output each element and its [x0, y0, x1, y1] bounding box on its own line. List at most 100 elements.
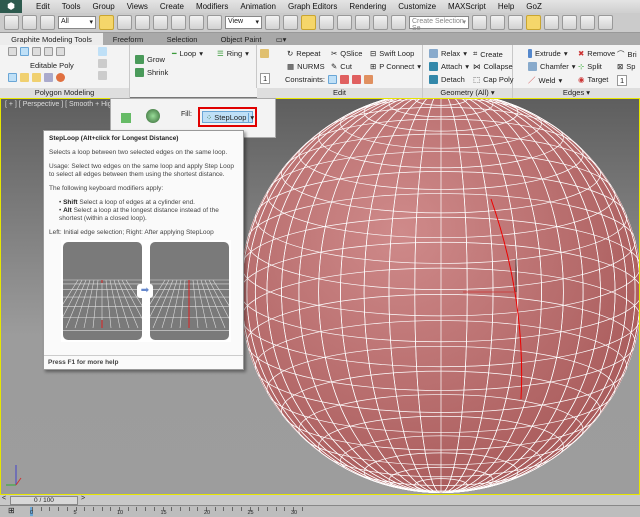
- steploop-button[interactable]: ⁘ StepLoop ▾: [202, 111, 255, 123]
- pivot-center-icon[interactable]: [265, 15, 280, 30]
- menu-graph-editors[interactable]: Graph Editors: [282, 2, 343, 11]
- panel-label-edges[interactable]: Edges ▾: [513, 88, 640, 98]
- rect-selection-icon[interactable]: [135, 15, 150, 30]
- select-by-name-icon[interactable]: [117, 15, 132, 30]
- layer-manager-icon[interactable]: [508, 15, 523, 30]
- spin-button[interactable]: ⊠ Sp: [617, 62, 635, 71]
- panel-label-geometry[interactable]: Geometry (All) ▾: [423, 88, 512, 98]
- snaps-toggle-icon[interactable]: [319, 15, 334, 30]
- time-slider[interactable]: 0 / 100: [10, 496, 78, 505]
- vertex-icon[interactable]: [8, 47, 17, 56]
- toggle-icon[interactable]: [98, 59, 107, 68]
- material-editor-icon[interactable]: [580, 15, 595, 30]
- relax-button[interactable]: Relax ▾: [429, 49, 467, 58]
- edit-spinner[interactable]: 1: [260, 73, 271, 84]
- p-connect-button[interactable]: ⊞ P Connect ▾: [370, 62, 421, 71]
- grow-button[interactable]: Grow: [135, 55, 165, 64]
- target-button[interactable]: ◉ Target: [578, 75, 608, 84]
- collapse-button[interactable]: ⋈ Collapse: [473, 62, 513, 71]
- menu-tools[interactable]: Tools: [56, 2, 87, 11]
- app-logo-icon[interactable]: ⬢: [0, 0, 22, 13]
- pin-stack-icon[interactable]: [98, 47, 107, 56]
- tab-graphite-modeling-tools[interactable]: Graphite Modeling Tools: [0, 33, 103, 45]
- weld-button[interactable]: ／ Weld ▾: [528, 75, 562, 86]
- show-end-result-icon[interactable]: [44, 73, 53, 82]
- render-setup-icon[interactable]: [598, 15, 613, 30]
- element-icon[interactable]: [56, 47, 65, 56]
- menu-group[interactable]: Group: [86, 2, 120, 11]
- constraint-normal-icon[interactable]: [364, 75, 374, 84]
- angle-snap-icon[interactable]: [337, 15, 352, 30]
- window-crossing-icon[interactable]: [153, 15, 168, 30]
- previous-modifier-icon[interactable]: [20, 73, 29, 82]
- loop-button[interactable]: ━ Loop ▾: [172, 49, 203, 58]
- border-icon[interactable]: [32, 47, 41, 56]
- next-modifier-icon[interactable]: [32, 73, 41, 82]
- align-icon[interactable]: [490, 15, 505, 30]
- panel-label-polygon-modeling[interactable]: Polygon Modeling: [0, 88, 129, 98]
- ring-button[interactable]: ☰ Ring ▾: [217, 49, 249, 58]
- prev-frame-icon[interactable]: <: [2, 495, 6, 502]
- select-by-icon[interactable]: [121, 113, 131, 123]
- percent-snap-icon[interactable]: [355, 15, 370, 30]
- constraint-none-icon[interactable]: [328, 75, 338, 84]
- steploop-dropdown-icon[interactable]: ▾: [248, 112, 255, 122]
- edges-spinner[interactable]: 1: [617, 75, 628, 86]
- unlink-icon[interactable]: [22, 15, 37, 30]
- menu-edit[interactable]: Edit: [30, 2, 56, 11]
- constraint-edge-icon[interactable]: [340, 75, 350, 84]
- cap-poly-button[interactable]: ⬚ Cap Poly: [473, 75, 514, 84]
- cut-button[interactable]: ✎ Cut: [331, 62, 352, 71]
- qslice-button[interactable]: ✂ QSlice: [331, 49, 362, 58]
- mirror-icon[interactable]: [472, 15, 487, 30]
- modify-mode-icon[interactable]: [8, 73, 17, 82]
- edit-named-selection-icon[interactable]: [391, 15, 406, 30]
- link-icon[interactable]: [4, 15, 19, 30]
- ribbon-options-icon[interactable]: ▭▾: [271, 33, 291, 45]
- bridge-button[interactable]: ⌒ Bri: [617, 49, 637, 60]
- next-frame-icon[interactable]: >: [81, 495, 85, 502]
- menu-create[interactable]: Create: [154, 2, 190, 11]
- reference-coord-dropdown[interactable]: View: [225, 16, 262, 29]
- step-mode-icon[interactable]: [146, 109, 160, 123]
- curve-editor-icon[interactable]: [544, 15, 559, 30]
- constraint-face-icon[interactable]: [352, 75, 362, 84]
- timeline-track[interactable]: ⊞ 0 5 10 15 20 25 30: [0, 505, 640, 517]
- create-button[interactable]: ⌗ Create: [473, 49, 503, 59]
- nurms-button[interactable]: ▦ NURMS: [287, 62, 325, 71]
- lock-icon[interactable]: [260, 49, 269, 58]
- menu-views[interactable]: Views: [121, 2, 154, 11]
- show-cage-icon[interactable]: [98, 71, 107, 80]
- repeat-button[interactable]: ↻ Repeat: [287, 49, 320, 58]
- menu-rendering[interactable]: Rendering: [343, 2, 392, 11]
- menu-help[interactable]: Help: [492, 2, 520, 11]
- detach-button[interactable]: Detach: [429, 75, 465, 84]
- polygon-icon[interactable]: [44, 47, 53, 56]
- scale-icon[interactable]: [207, 15, 222, 30]
- bind-space-warp-icon[interactable]: [40, 15, 55, 30]
- menu-goz[interactable]: GoZ: [520, 2, 548, 11]
- menu-animation[interactable]: Animation: [234, 2, 282, 11]
- move-icon[interactable]: [171, 15, 186, 30]
- split-button[interactable]: ⊹ Split: [578, 62, 602, 71]
- tab-object-paint[interactable]: Object Paint: [211, 33, 271, 45]
- edge-icon[interactable]: [20, 47, 29, 56]
- select-object-icon[interactable]: [99, 15, 114, 30]
- timeline-options-icon[interactable]: ⊞: [8, 506, 15, 515]
- menu-customize[interactable]: Customize: [392, 2, 442, 11]
- menu-maxscript[interactable]: MAXScript: [442, 2, 492, 11]
- menu-modifiers[interactable]: Modifiers: [190, 2, 234, 11]
- extrude-button[interactable]: Extrude ▾: [528, 49, 568, 58]
- attach-button[interactable]: Attach ▾: [429, 62, 469, 71]
- spinner-snap-icon[interactable]: [373, 15, 388, 30]
- schematic-view-icon[interactable]: [562, 15, 577, 30]
- tab-freeform[interactable]: Freeform: [103, 33, 153, 45]
- keyboard-shortcut-override-icon[interactable]: [301, 15, 316, 30]
- tab-selection[interactable]: Selection: [153, 33, 211, 45]
- shrink-button[interactable]: Shrink: [135, 68, 168, 77]
- collapse-stack-icon[interactable]: [56, 73, 65, 82]
- select-manipulate-icon[interactable]: [283, 15, 298, 30]
- chamfer-button[interactable]: Chamfer ▾: [528, 62, 576, 71]
- selection-filter-dropdown[interactable]: All: [58, 16, 96, 29]
- graphite-toggle-icon[interactable]: [526, 15, 541, 30]
